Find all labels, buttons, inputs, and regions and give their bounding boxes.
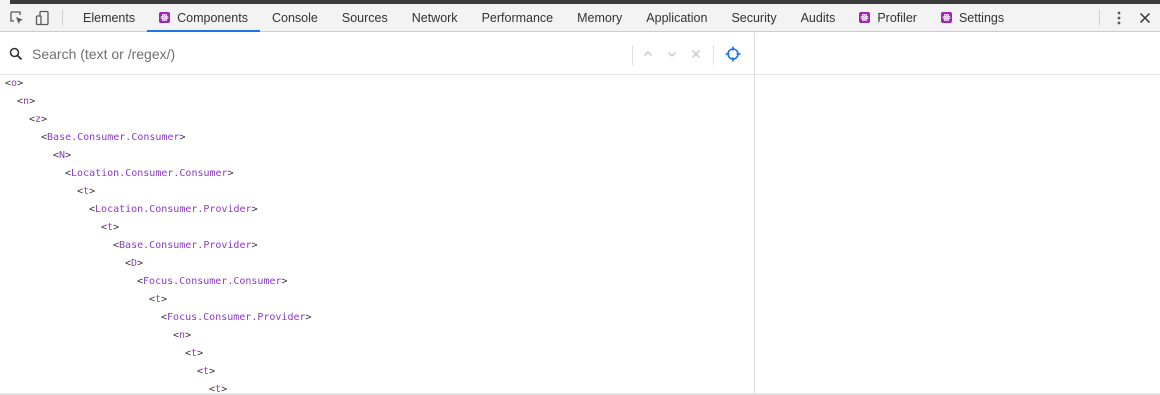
tab-profiler[interactable]: Profiler <box>847 4 929 31</box>
tab-security[interactable]: Security <box>719 4 788 31</box>
search-next-button[interactable] <box>662 43 682 65</box>
tree-row[interactable]: <t> <box>149 291 167 309</box>
tag-close-bracket: > <box>179 132 186 143</box>
panel-tabs: Elements Components Console Sources Network P… <box>71 4 1016 32</box>
tab-label: Elements <box>83 10 136 25</box>
device-toolbar-icon[interactable] <box>30 4 56 31</box>
tag-close-bracket: > <box>281 276 288 287</box>
search-previous-button[interactable] <box>638 43 658 65</box>
tree-row[interactable]: <o> <box>5 76 23 93</box>
tag-close-bracket: > <box>89 186 96 197</box>
react-logo-icon <box>940 12 952 23</box>
tab-console[interactable]: Console <box>260 4 330 31</box>
tab-label: Memory <box>577 10 623 25</box>
tab-label: Sources <box>341 10 388 25</box>
details-header <box>755 33 1160 75</box>
component-details-pane <box>754 33 1160 395</box>
search-bar <box>0 33 754 75</box>
react-logo-icon <box>859 12 871 23</box>
search-divider <box>713 45 714 65</box>
tag-close-bracket: > <box>209 366 216 377</box>
tag-close-bracket: > <box>251 204 258 215</box>
tree-row[interactable]: <N> <box>53 147 71 165</box>
tree-row[interactable]: <t> <box>101 219 119 237</box>
tree-row[interactable]: <n> <box>17 93 35 111</box>
component-name: Focus.Consumer.Consumer <box>143 276 282 287</box>
tab-sources[interactable]: Sources <box>330 4 400 31</box>
tree-row[interactable]: <n> <box>173 327 191 345</box>
component-name: Location.Consumer.Consumer <box>71 168 228 179</box>
tab-application[interactable]: Application <box>634 4 719 31</box>
tree-row[interactable]: <Location.Consumer.Consumer> <box>65 165 234 183</box>
tab-network[interactable]: Network <box>400 4 470 31</box>
tree-row[interactable]: <Focus.Consumer.Provider> <box>161 309 312 327</box>
tab-label: Network <box>411 10 458 25</box>
toolbar-divider <box>1099 10 1100 25</box>
tree-row[interactable]: <Base.Consumer.Consumer> <box>41 129 186 147</box>
toolbar-divider <box>62 10 63 25</box>
tab-memory[interactable]: Memory <box>565 4 634 31</box>
tag-close-bracket: > <box>17 78 24 89</box>
tag-close-bracket: > <box>137 258 144 269</box>
tab-label: Performance <box>481 10 554 25</box>
tree-row[interactable]: <Location.Consumer.Provider> <box>89 201 258 219</box>
tag-close-bracket: > <box>197 348 204 359</box>
tree-row[interactable]: <z> <box>29 111 47 129</box>
component-name: Focus.Consumer.Provider <box>167 312 306 323</box>
select-element-crosshair-icon[interactable] <box>723 43 743 65</box>
component-name: Base.Consumer.Consumer <box>47 132 180 143</box>
tab-label: Audits <box>800 10 836 25</box>
component-tree: <o> <n> <z> <Base.Consumer.Consumer> <N> <Loc… <box>0 76 754 395</box>
tab-performance[interactable]: Performance <box>470 4 566 31</box>
tab-elements[interactable]: Elements <box>71 4 147 31</box>
react-logo-icon <box>159 12 171 23</box>
component-name: Base.Consumer.Provider <box>119 240 252 251</box>
search-icon <box>0 33 32 75</box>
tab-label: Console <box>271 10 318 25</box>
tree-row[interactable]: <D> <box>125 255 143 273</box>
tag-close-bracket: > <box>161 294 168 305</box>
tag-close-bracket: > <box>305 312 312 323</box>
tag-close-bracket: > <box>251 240 258 251</box>
tag-close-bracket: > <box>29 96 36 107</box>
devtools-toolbar: Elements Components Console Sources Network P… <box>0 4 1160 32</box>
tag-close-bracket: > <box>65 150 72 161</box>
tab-audits[interactable]: Audits <box>789 4 848 31</box>
search-clear-button[interactable] <box>686 43 706 65</box>
tab-components[interactable]: Components <box>147 4 260 32</box>
search-input[interactable] <box>32 38 622 69</box>
tab-label: Settings <box>958 10 1005 25</box>
tag-close-bracket: > <box>185 330 192 341</box>
tab-settings[interactable]: Settings <box>929 4 1016 31</box>
tree-row[interactable]: <t> <box>197 363 215 381</box>
inspect-element-icon[interactable] <box>4 4 30 31</box>
tree-row[interactable]: <Base.Consumer.Provider> <box>113 237 258 255</box>
tab-label: Profiler <box>877 10 917 25</box>
tag-close-bracket: > <box>113 222 120 233</box>
tree-row[interactable]: <Focus.Consumer.Consumer> <box>137 273 288 291</box>
search-divider <box>632 45 633 65</box>
tag-close-bracket: > <box>227 168 234 179</box>
component-tree-pane: <o><n><z><Base.Consumer.Consumer><N><Loc… <box>0 33 754 395</box>
close-icon[interactable] <box>1132 4 1158 31</box>
more-vertical-icon[interactable] <box>1106 4 1132 31</box>
tree-row[interactable]: <t> <box>77 183 95 201</box>
tree-row[interactable]: <t> <box>185 345 203 363</box>
tag-close-bracket: > <box>41 114 48 125</box>
tab-label: Application <box>646 10 708 25</box>
component-name: Location.Consumer.Provider <box>95 204 252 215</box>
tab-label: Components <box>177 10 248 25</box>
tab-label: Security <box>731 10 777 25</box>
